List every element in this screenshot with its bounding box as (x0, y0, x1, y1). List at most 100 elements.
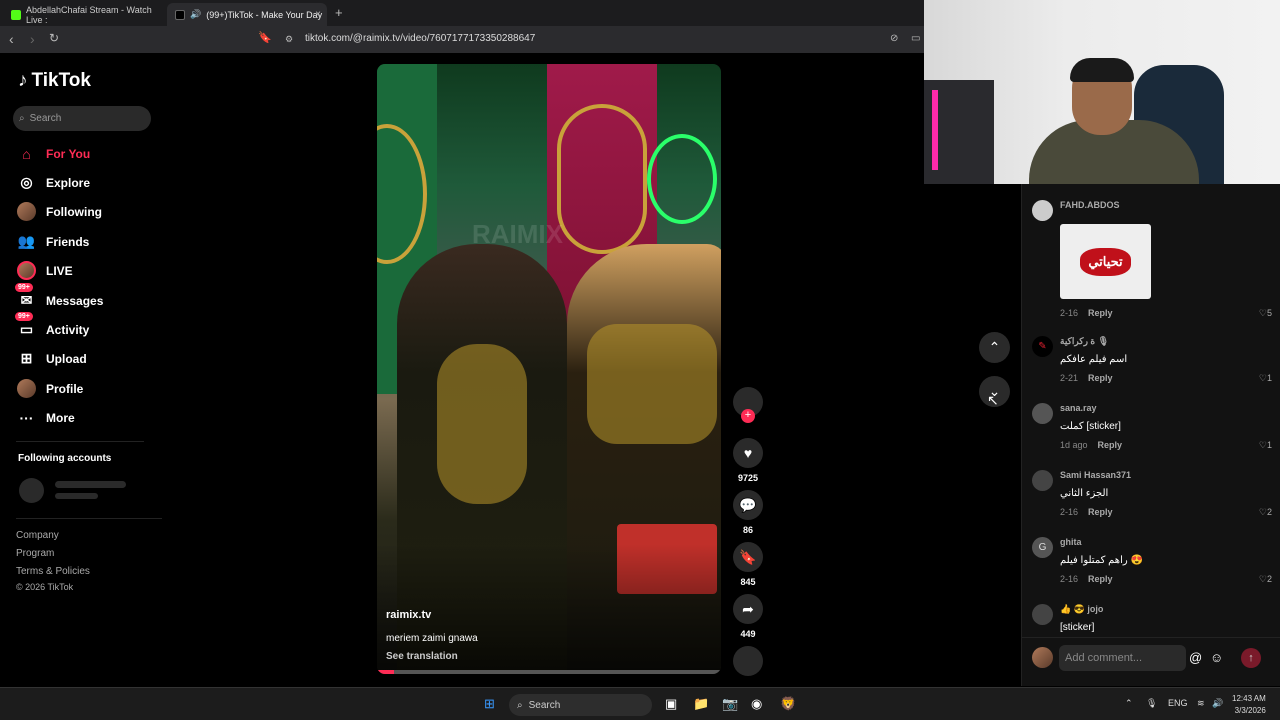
tab-tiktok[interactable]: 🔊 (99+)TikTok - Make Your Day × (167, 3, 327, 26)
sidebar-item-activity[interactable]: ▭ 99+ Activity (15, 312, 90, 339)
creator-avatar-button[interactable]: + (733, 387, 763, 423)
comment-count: 86 (742, 525, 753, 535)
comment-like[interactable]: ♡5 (1259, 308, 1272, 319)
clock-time: 12:43 AM (1232, 694, 1266, 703)
upload-icon: ⊞ (20, 350, 33, 366)
reply-button[interactable]: Reply (1088, 507, 1113, 517)
close-icon[interactable]: × (315, 9, 321, 20)
footer-link-company[interactable]: Company (16, 530, 59, 541)
sidebar-item-profile[interactable]: Profile (17, 379, 83, 398)
nav-label: Activity (46, 322, 90, 337)
footer-link-program[interactable]: Program (16, 548, 54, 559)
comment-meta: 1d ago Reply (1060, 440, 1123, 450)
language-indicator[interactable]: ENG (1168, 698, 1188, 708)
comments-panel: FAHD.ABDOS تحياتي 2-16 Reply ♡5 ✎ ة ركراك… (1021, 184, 1280, 686)
sidebar-item-friends[interactable]: 👥 Friends (17, 232, 90, 251)
camera-off-icon[interactable]: ⊘ (890, 33, 898, 44)
task-view-icon[interactable]: ▣ (665, 696, 677, 712)
taskbar-search[interactable]: ⌕ Search (509, 694, 652, 716)
comment-meta: 2-21 Reply (1060, 373, 1113, 383)
tiktok-icon (175, 9, 185, 20)
comment-username[interactable]: FAHD.ABDOS (1060, 200, 1120, 210)
sidebar-item-upload[interactable]: ⊞ Upload (17, 349, 87, 368)
send-button[interactable]: ↑ (1241, 648, 1261, 668)
kick-icon (11, 9, 21, 20)
sidebar-item-explore[interactable]: ◎ Explore (17, 173, 90, 192)
comment-username[interactable]: ghita (1060, 537, 1082, 547)
sidebar-item-live[interactable]: LIVE (17, 261, 73, 280)
reload-icon[interactable]: ↻ (49, 31, 59, 45)
tiktok-logo[interactable]: ♪ TikTok (18, 70, 91, 92)
comment-meta: 2-16 Reply (1060, 308, 1113, 318)
share-button[interactable]: ➦ 449 (733, 594, 763, 639)
reply-button[interactable]: Reply (1088, 373, 1113, 383)
skeleton-line (55, 481, 126, 488)
back-icon[interactable]: ‹ (9, 31, 14, 47)
mention-icon[interactable]: @ (1189, 650, 1202, 665)
comment-username[interactable]: ة ركراكية 🎙 (1060, 336, 1109, 347)
comment-like[interactable]: ♡1 (1259, 440, 1272, 451)
reply-button[interactable]: Reply (1088, 574, 1113, 584)
screen-icon[interactable]: ▭ (911, 33, 920, 44)
skeleton-avatar (19, 478, 44, 503)
follow-plus-icon[interactable]: + (741, 409, 755, 423)
profile-avatar-icon (17, 379, 36, 398)
emoji-icon[interactable]: ☺ (1210, 650, 1223, 665)
streamer-cap (1070, 58, 1134, 82)
video-author[interactable]: raimix.tv (386, 609, 431, 621)
camera-app-icon[interactable]: 📷 (722, 696, 738, 712)
activity-badge: 99+ (15, 312, 33, 321)
search-placeholder: Search (29, 113, 62, 124)
microphone-icon[interactable]: 🎙 (1146, 698, 1157, 709)
comment-username[interactable]: sana.ray (1060, 403, 1097, 413)
avatar[interactable] (1032, 470, 1053, 491)
activity-icon: ▭ 99+ (15, 312, 36, 339)
new-tab-button[interactable]: + (335, 5, 343, 20)
music-disc-button[interactable] (733, 646, 763, 676)
site-info-icon[interactable]: ⚙ (285, 34, 293, 45)
footer-link-terms[interactable]: Terms & Policies (16, 566, 90, 577)
avatar[interactable]: ✎ (1032, 336, 1053, 357)
wifi-icon[interactable]: ≋ (1197, 698, 1205, 709)
comment-meta: 2-16 Reply (1060, 507, 1113, 517)
file-explorer-icon[interactable]: 📁 (693, 696, 709, 712)
sidebar-item-more[interactable]: ··· More (17, 408, 75, 427)
comment-like[interactable]: ♡1 (1259, 373, 1272, 384)
tab-title: (99+)TikTok - Make Your Day (206, 9, 323, 20)
avatar[interactable] (1032, 200, 1053, 221)
windows-start-icon[interactable]: ⊞ (484, 696, 495, 712)
music-disc-icon (733, 646, 763, 676)
avatar[interactable]: G (1032, 537, 1053, 558)
see-translation-link[interactable]: See translation (386, 651, 458, 662)
sidebar-item-messages[interactable]: ✉ 99+ Messages (15, 283, 103, 310)
search-input[interactable]: ⌕ Search (13, 106, 151, 131)
nav-label: For You (46, 146, 91, 161)
video-player[interactable]: RAIMIX raimix.tv meriem zaimi gnawa See … (377, 64, 721, 674)
save-button[interactable]: 🔖 845 (733, 542, 763, 587)
comment-button[interactable]: 💬 86 (733, 490, 763, 535)
video-progress-bar[interactable] (377, 670, 721, 674)
comment-username[interactable]: Sami Hassan371 (1060, 470, 1131, 480)
avatar[interactable] (1032, 403, 1053, 424)
add-comment-input[interactable]: Add comment... (1059, 645, 1186, 671)
comment-like[interactable]: ♡2 (1259, 507, 1272, 518)
like-button[interactable]: ♥ 9725 (733, 438, 763, 483)
previous-video-button[interactable]: ⌃ (979, 332, 1010, 363)
reply-button[interactable]: Reply (1098, 440, 1123, 450)
sidebar-item-following[interactable]: Following (17, 202, 102, 221)
chevron-up-icon: ⌃ (988, 339, 1001, 355)
comment-like[interactable]: ♡2 (1259, 574, 1272, 585)
brave-browser-icon[interactable]: 🦁 (780, 696, 796, 712)
url-field[interactable]: tiktok.com/@raimix.tv/video/760717717335… (305, 33, 535, 44)
reply-button[interactable]: Reply (1088, 308, 1113, 318)
tab-stream[interactable]: AbdellahChafai Stream - Watch Live : (3, 3, 163, 26)
bookmark-icon[interactable]: 🔖 (258, 31, 272, 44)
obs-icon[interactable]: ◉ (751, 696, 762, 712)
forward-icon[interactable]: › (30, 31, 35, 47)
volume-icon[interactable]: 🔊 (1212, 698, 1223, 709)
tray-chevron-icon[interactable]: ⌃ (1125, 698, 1133, 709)
avatar[interactable] (1032, 604, 1053, 625)
comment-username[interactable]: 👍 😎 jojo (1060, 604, 1103, 615)
sidebar-item-for-you[interactable]: ⌂ For You (17, 144, 90, 163)
clock[interactable]: 12:43 AM 3/3/2026 (1232, 693, 1266, 717)
